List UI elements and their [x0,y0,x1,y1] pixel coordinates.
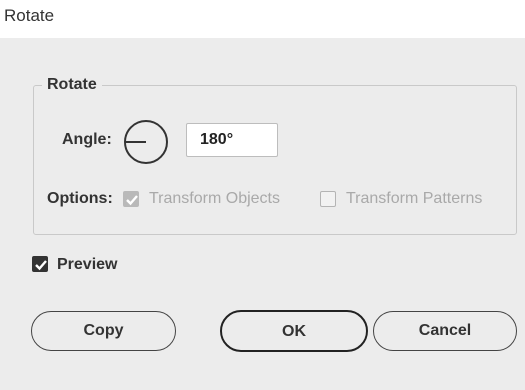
preview-checkbox[interactable] [32,256,48,272]
cancel-button[interactable]: Cancel [373,311,517,351]
transform-patterns-label: Transform Patterns [346,190,483,207]
checkmark-icon [35,260,47,271]
checkmark-icon [126,195,138,206]
rotate-dialog: Rotate Rotate Angle: Options: Transform … [0,0,525,390]
ok-button[interactable]: OK [220,310,368,352]
transform-objects-label: Transform Objects [149,190,280,207]
angle-dial-icon[interactable] [119,119,174,165]
transform-objects-checkbox[interactable] [123,191,139,207]
copy-button[interactable]: Copy [31,311,176,351]
rotate-group-legend: Rotate [42,76,102,94]
title-bar[interactable]: Rotate [0,0,525,38]
rotate-group-box [33,85,517,235]
preview-label[interactable]: Preview [57,256,117,274]
angle-label: Angle: [62,131,112,148]
window-title: Rotate [4,6,55,25]
options-label: Options: [47,190,113,207]
angle-input[interactable] [186,123,278,157]
transform-patterns-checkbox[interactable] [320,191,336,207]
